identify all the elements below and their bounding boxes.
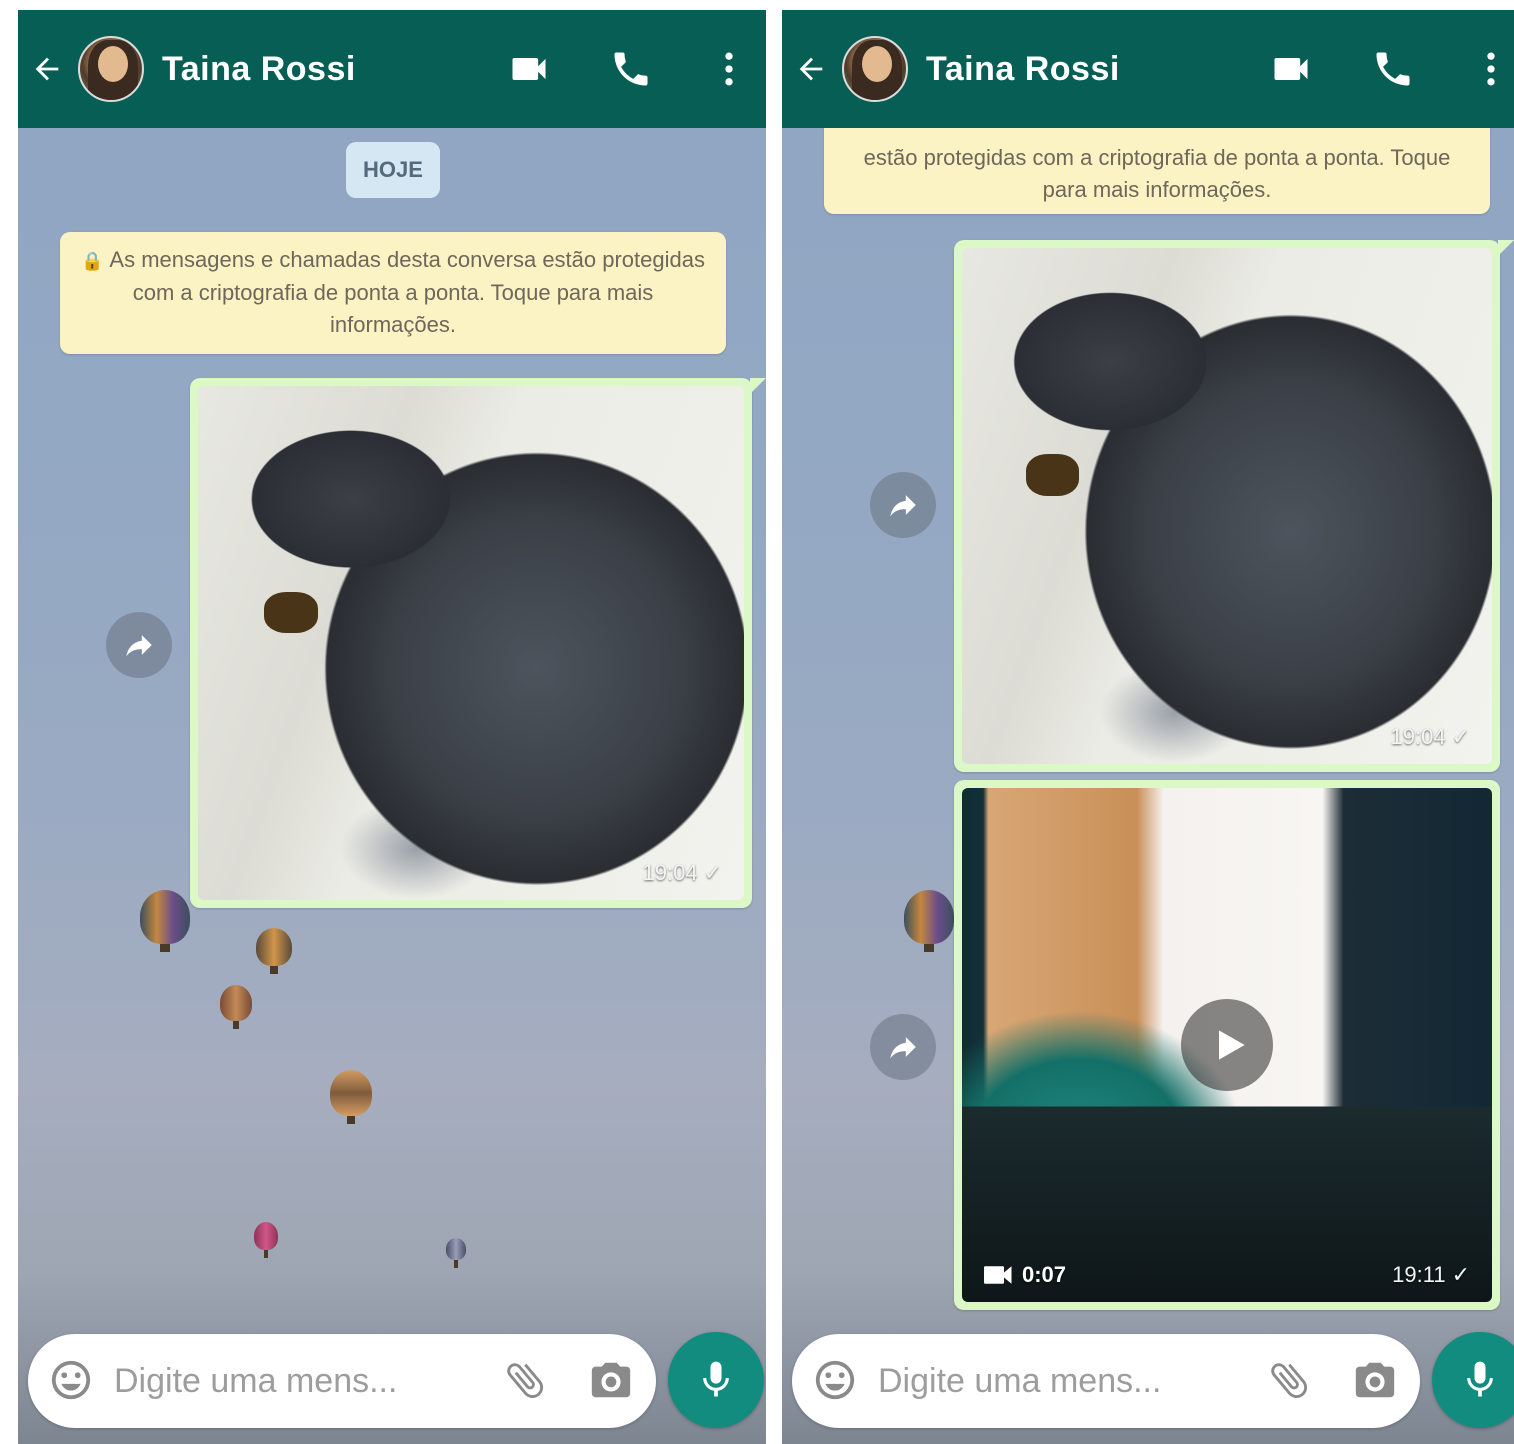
- lock-icon: 🔒: [80, 251, 104, 271]
- attach-icon[interactable]: [502, 1357, 550, 1405]
- more-vert-icon[interactable]: [1468, 46, 1514, 92]
- message-time: 19:04: [1390, 724, 1446, 749]
- phone-icon[interactable]: [1370, 46, 1416, 92]
- mic-icon: [1467, 1361, 1493, 1397]
- message-timestamp: 19:04 ✓: [1391, 724, 1471, 750]
- balloon-decoration: [140, 890, 190, 952]
- attach-icon[interactable]: [1266, 1357, 1314, 1405]
- camera-icon[interactable]: [1352, 1357, 1400, 1405]
- message-timestamp: 19:11 ✓: [1392, 1262, 1470, 1288]
- image-message[interactable]: 19:04 ✓: [190, 378, 766, 908]
- chat-screen-left: Taina Rossi HOJE 🔒 As mensagens e chamada…: [18, 10, 766, 1444]
- forward-icon[interactable]: [106, 612, 172, 678]
- phone-icon[interactable]: [608, 46, 654, 92]
- chat-screen-right: Taina Rossi estão protegidas com a cript…: [782, 10, 1514, 1444]
- image-message[interactable]: 19:04 ✓: [954, 240, 1514, 772]
- chat-header: Taina Rossi: [782, 10, 1514, 128]
- sent-check-icon: ✓: [1451, 1262, 1470, 1287]
- bubble-tail: [750, 378, 766, 394]
- mic-icon: [703, 1361, 729, 1397]
- message-time: 19:11: [1392, 1262, 1446, 1287]
- contact-name[interactable]: Taina Rossi: [926, 50, 1268, 89]
- mic-button[interactable]: [668, 1332, 764, 1428]
- balloon-decoration: [220, 985, 252, 1029]
- video-duration: 0:07: [984, 1262, 1066, 1288]
- balloon-decoration: [330, 1070, 372, 1124]
- forward-icon[interactable]: [870, 472, 936, 538]
- cat-photo[interactable]: 19:04 ✓: [962, 248, 1492, 764]
- back-arrow-icon[interactable]: [30, 52, 72, 86]
- encryption-notice-text: estão protegidas com a criptografia de p…: [863, 145, 1451, 202]
- balloon-decoration: [256, 928, 292, 974]
- message-timestamp: 19:04 ✓: [643, 860, 723, 886]
- video-call-icon[interactable]: [1268, 46, 1314, 92]
- avatar[interactable]: [78, 36, 144, 102]
- emoji-icon[interactable]: [812, 1357, 860, 1405]
- message-input[interactable]: Digite uma mens...: [878, 1362, 1228, 1401]
- back-arrow-icon[interactable]: [794, 52, 836, 86]
- play-icon[interactable]: [1181, 999, 1273, 1091]
- chat-header: Taina Rossi: [18, 10, 766, 128]
- avatar[interactable]: [842, 36, 908, 102]
- message-input[interactable]: Digite uma mens...: [114, 1362, 464, 1401]
- balloon-decoration: [254, 1222, 278, 1258]
- video-camera-icon: [984, 1266, 1012, 1284]
- more-vert-icon[interactable]: [706, 46, 752, 92]
- forward-icon[interactable]: [870, 1014, 936, 1080]
- message-input-bar[interactable]: Digite uma mens...: [792, 1334, 1420, 1428]
- date-chip: HOJE: [346, 142, 440, 198]
- duration-text: 0:07: [1022, 1262, 1067, 1287]
- message-input-bar[interactable]: Digite uma mens...: [28, 1334, 656, 1428]
- video-thumbnail[interactable]: 0:07 19:11 ✓: [962, 788, 1492, 1302]
- balloon-decoration: [904, 890, 954, 952]
- sent-check-icon: ✓: [703, 860, 722, 885]
- emoji-icon[interactable]: [48, 1357, 96, 1405]
- sent-check-icon: ✓: [1451, 724, 1470, 749]
- encryption-notice-text: As mensagens e chamadas desta conversa e…: [109, 247, 705, 337]
- camera-icon[interactable]: [588, 1357, 636, 1405]
- contact-name[interactable]: Taina Rossi: [162, 50, 506, 89]
- cat-photo[interactable]: 19:04 ✓: [198, 386, 744, 900]
- video-call-icon[interactable]: [506, 46, 552, 92]
- encryption-notice[interactable]: estão protegidas com a criptografia de p…: [824, 114, 1490, 214]
- bubble-tail: [1498, 240, 1514, 256]
- message-time: 19:04: [642, 860, 698, 885]
- video-message[interactable]: 0:07 19:11 ✓: [954, 780, 1500, 1310]
- balloon-decoration: [446, 1238, 466, 1268]
- encryption-notice[interactable]: 🔒 As mensagens e chamadas desta conversa …: [60, 232, 726, 354]
